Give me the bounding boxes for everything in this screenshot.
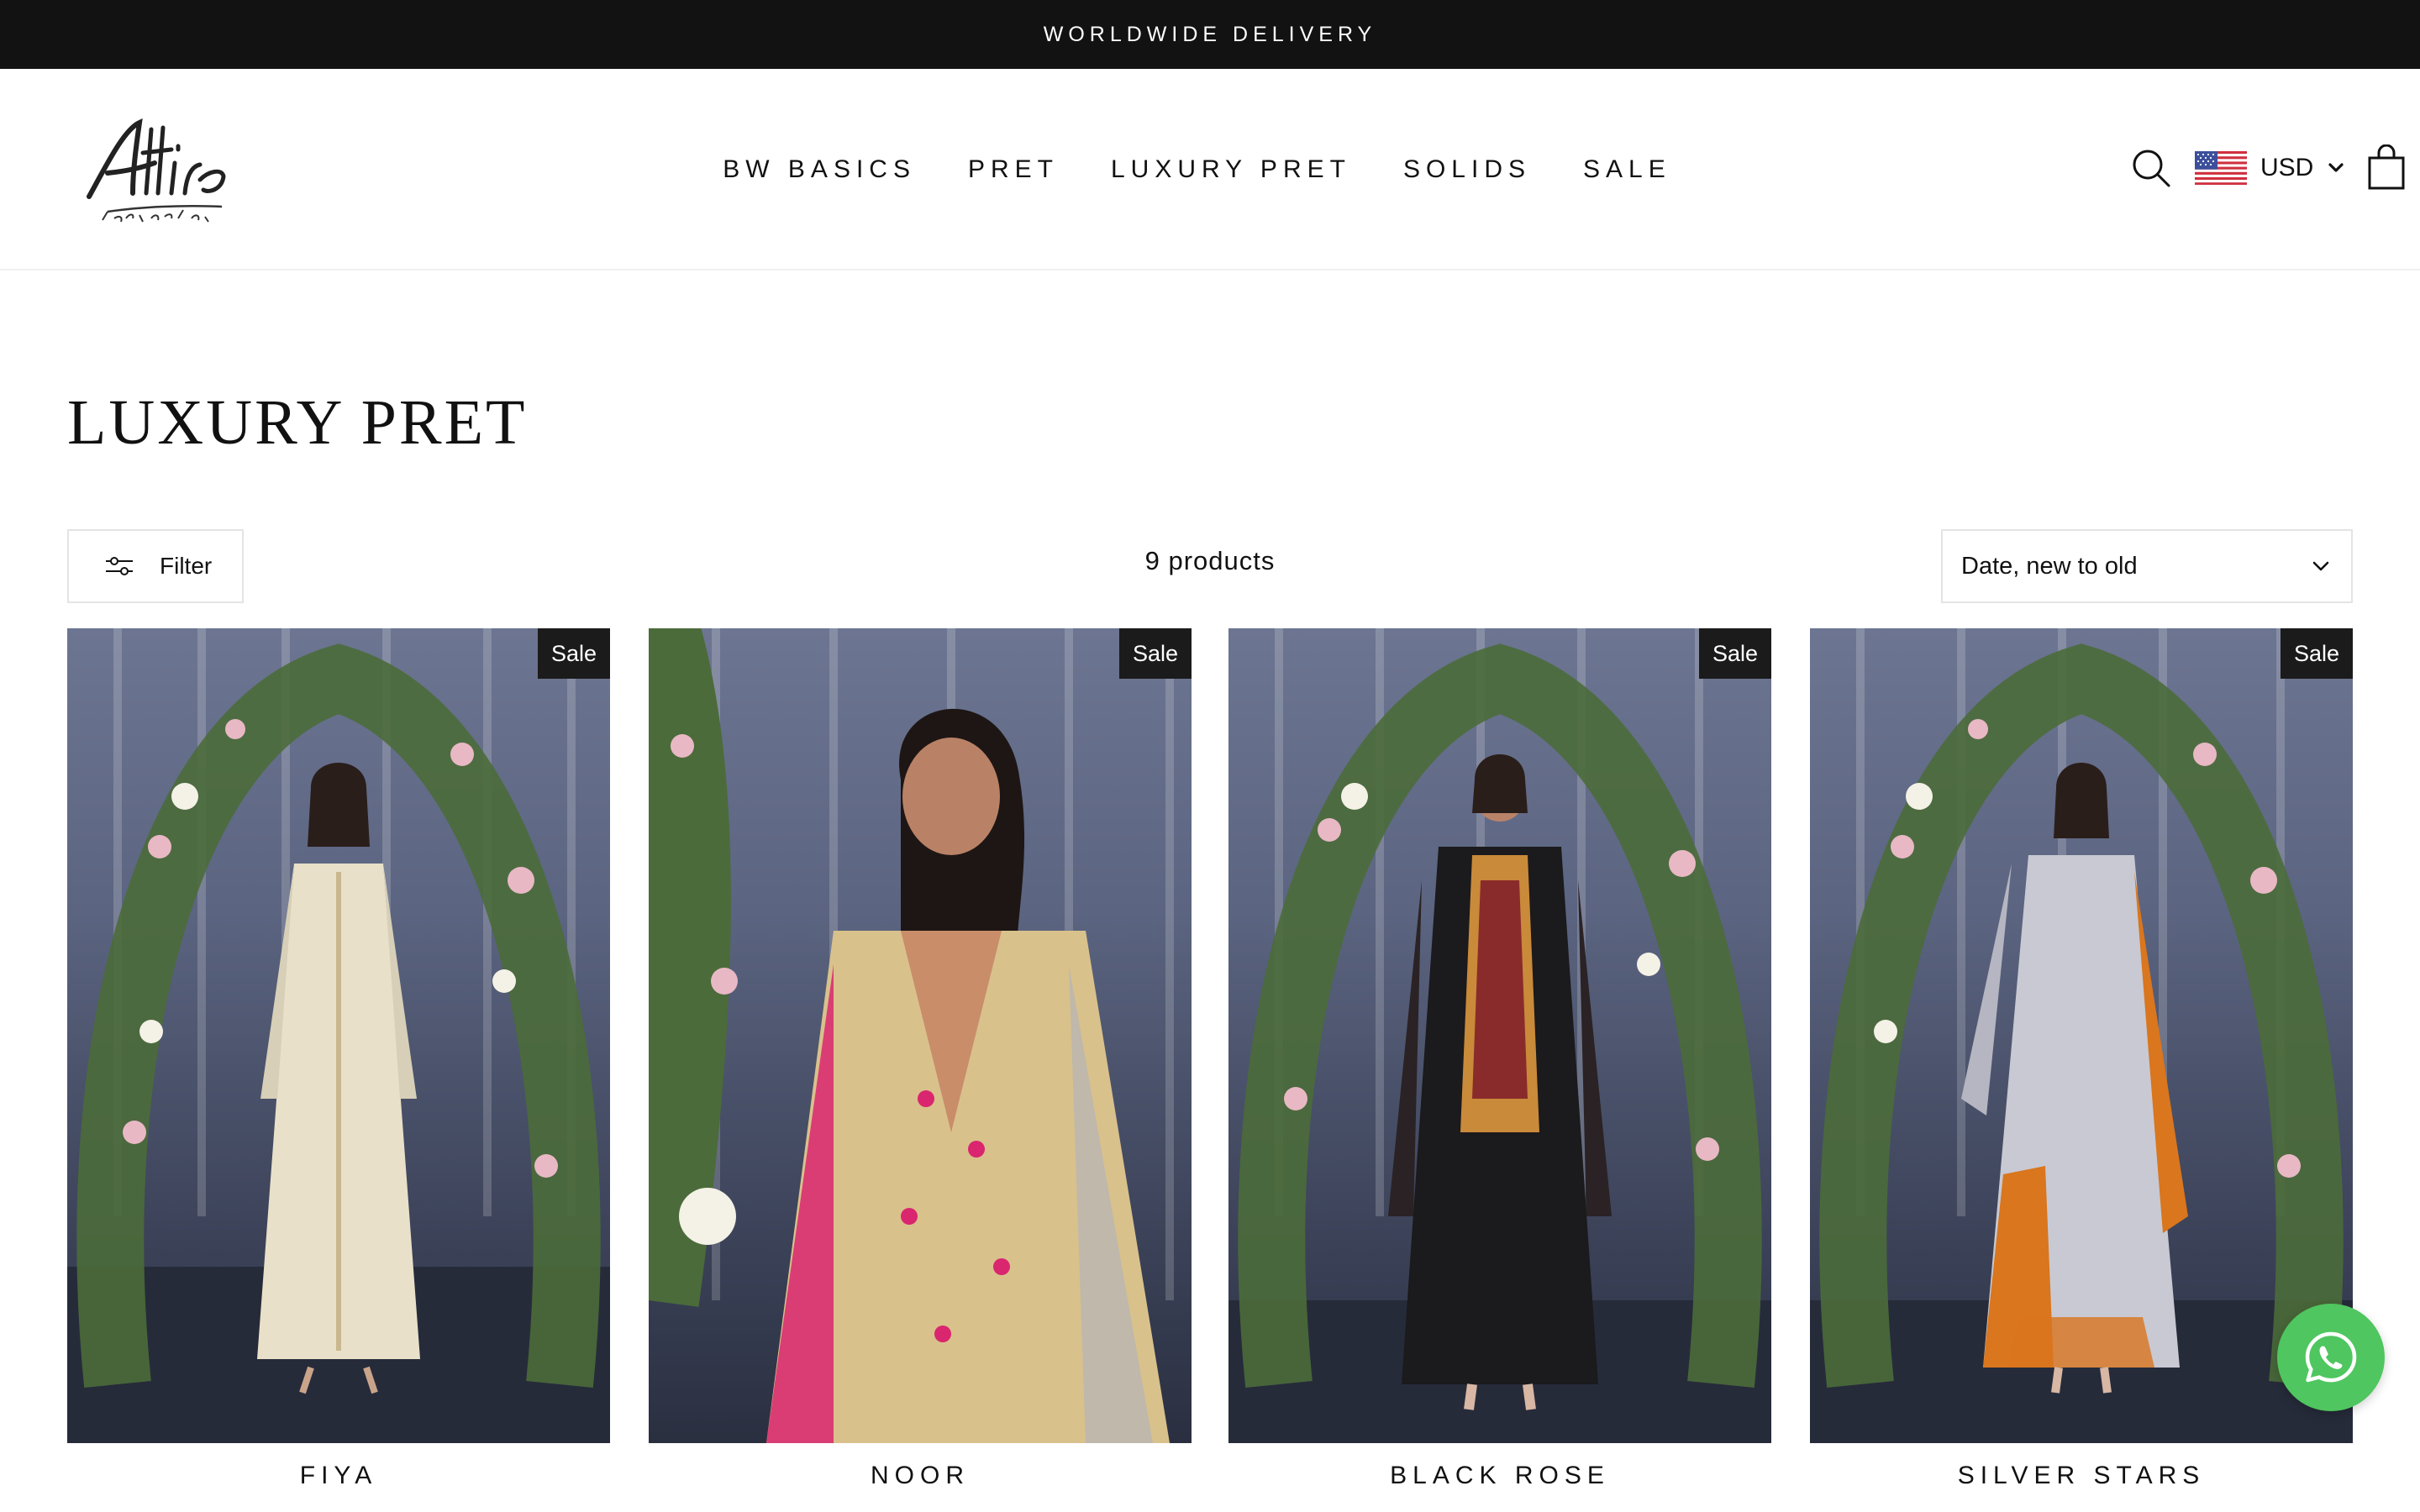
product-image[interactable] xyxy=(649,628,1192,1443)
filter-sliders-icon xyxy=(106,557,133,575)
nav-bw-basics[interactable]: BW BASICS xyxy=(723,155,916,184)
logo-mark-icon xyxy=(87,118,226,223)
sale-badge: Sale xyxy=(2281,628,2353,679)
chevron-down-icon xyxy=(2312,561,2329,571)
announcement-text: WORLDWIDE DELIVERY xyxy=(1043,22,1377,46)
sale-badge: Sale xyxy=(1699,628,1771,679)
announcement-bar: WORLDWIDE DELIVERY xyxy=(0,0,2420,69)
main-nav: BW BASICS PRET LUXURY PRET SOLIDS SALE xyxy=(0,69,2420,270)
sort-value: Date, new to old xyxy=(1961,552,2138,580)
chevron-down-icon xyxy=(2328,163,2344,172)
product-card[interactable]: Sale NOOR xyxy=(649,628,1192,1512)
currency-label: USD xyxy=(2260,154,2314,181)
product-photo xyxy=(67,628,610,1443)
cart-icon[interactable] xyxy=(2366,144,2407,192)
product-price-row xyxy=(649,1502,1192,1512)
product-image[interactable] xyxy=(1810,628,2353,1443)
product-price-row xyxy=(67,1502,610,1512)
nav-sale[interactable]: SALE xyxy=(1583,155,1671,184)
product-card[interactable]: Sale BLACK ROSE xyxy=(1228,628,1771,1512)
product-title[interactable]: BLACK ROSE xyxy=(1228,1462,1771,1490)
product-image[interactable] xyxy=(1228,628,1771,1443)
product-card[interactable]: Sale SILVER STARS xyxy=(1810,628,2353,1512)
page-title: LUXURY PRET xyxy=(67,387,528,458)
product-photo xyxy=(1228,628,1771,1443)
currency-selector[interactable]: USD xyxy=(2195,146,2345,190)
sale-badge: Sale xyxy=(1119,628,1192,679)
filter-label: Filter xyxy=(160,553,213,579)
nav-solids[interactable]: SOLIDS xyxy=(1403,155,1531,184)
filter-button[interactable]: Filter xyxy=(67,529,244,603)
product-title[interactable]: FIYA xyxy=(67,1462,610,1490)
whatsapp-chat-button[interactable] xyxy=(2277,1304,2385,1411)
brand-logo[interactable] xyxy=(74,113,234,230)
product-count: 9 products xyxy=(1144,546,1276,575)
whatsapp-icon xyxy=(2305,1331,2357,1383)
us-flag-icon xyxy=(2195,151,2247,185)
sale-badge: Sale xyxy=(538,628,610,679)
search-icon[interactable] xyxy=(2131,148,2171,188)
nav-luxury-pret[interactable]: LUXURY PRET xyxy=(1111,155,1351,184)
product-price-row xyxy=(1228,1502,1771,1512)
product-title[interactable]: SILVER STARS xyxy=(1810,1462,2353,1490)
product-title[interactable]: NOOR xyxy=(649,1462,1192,1490)
sort-dropdown[interactable]: Date, new to old xyxy=(1941,529,2353,603)
product-photo xyxy=(649,628,1174,1443)
site-header: BW BASICS PRET LUXURY PRET SOLIDS SALE U… xyxy=(0,69,2420,270)
nav-pret[interactable]: PRET xyxy=(968,155,1059,184)
product-image[interactable] xyxy=(67,628,610,1443)
product-price-row xyxy=(1810,1502,2353,1512)
product-card[interactable]: Sale FIYA xyxy=(67,628,610,1512)
product-photo xyxy=(1810,628,2353,1443)
